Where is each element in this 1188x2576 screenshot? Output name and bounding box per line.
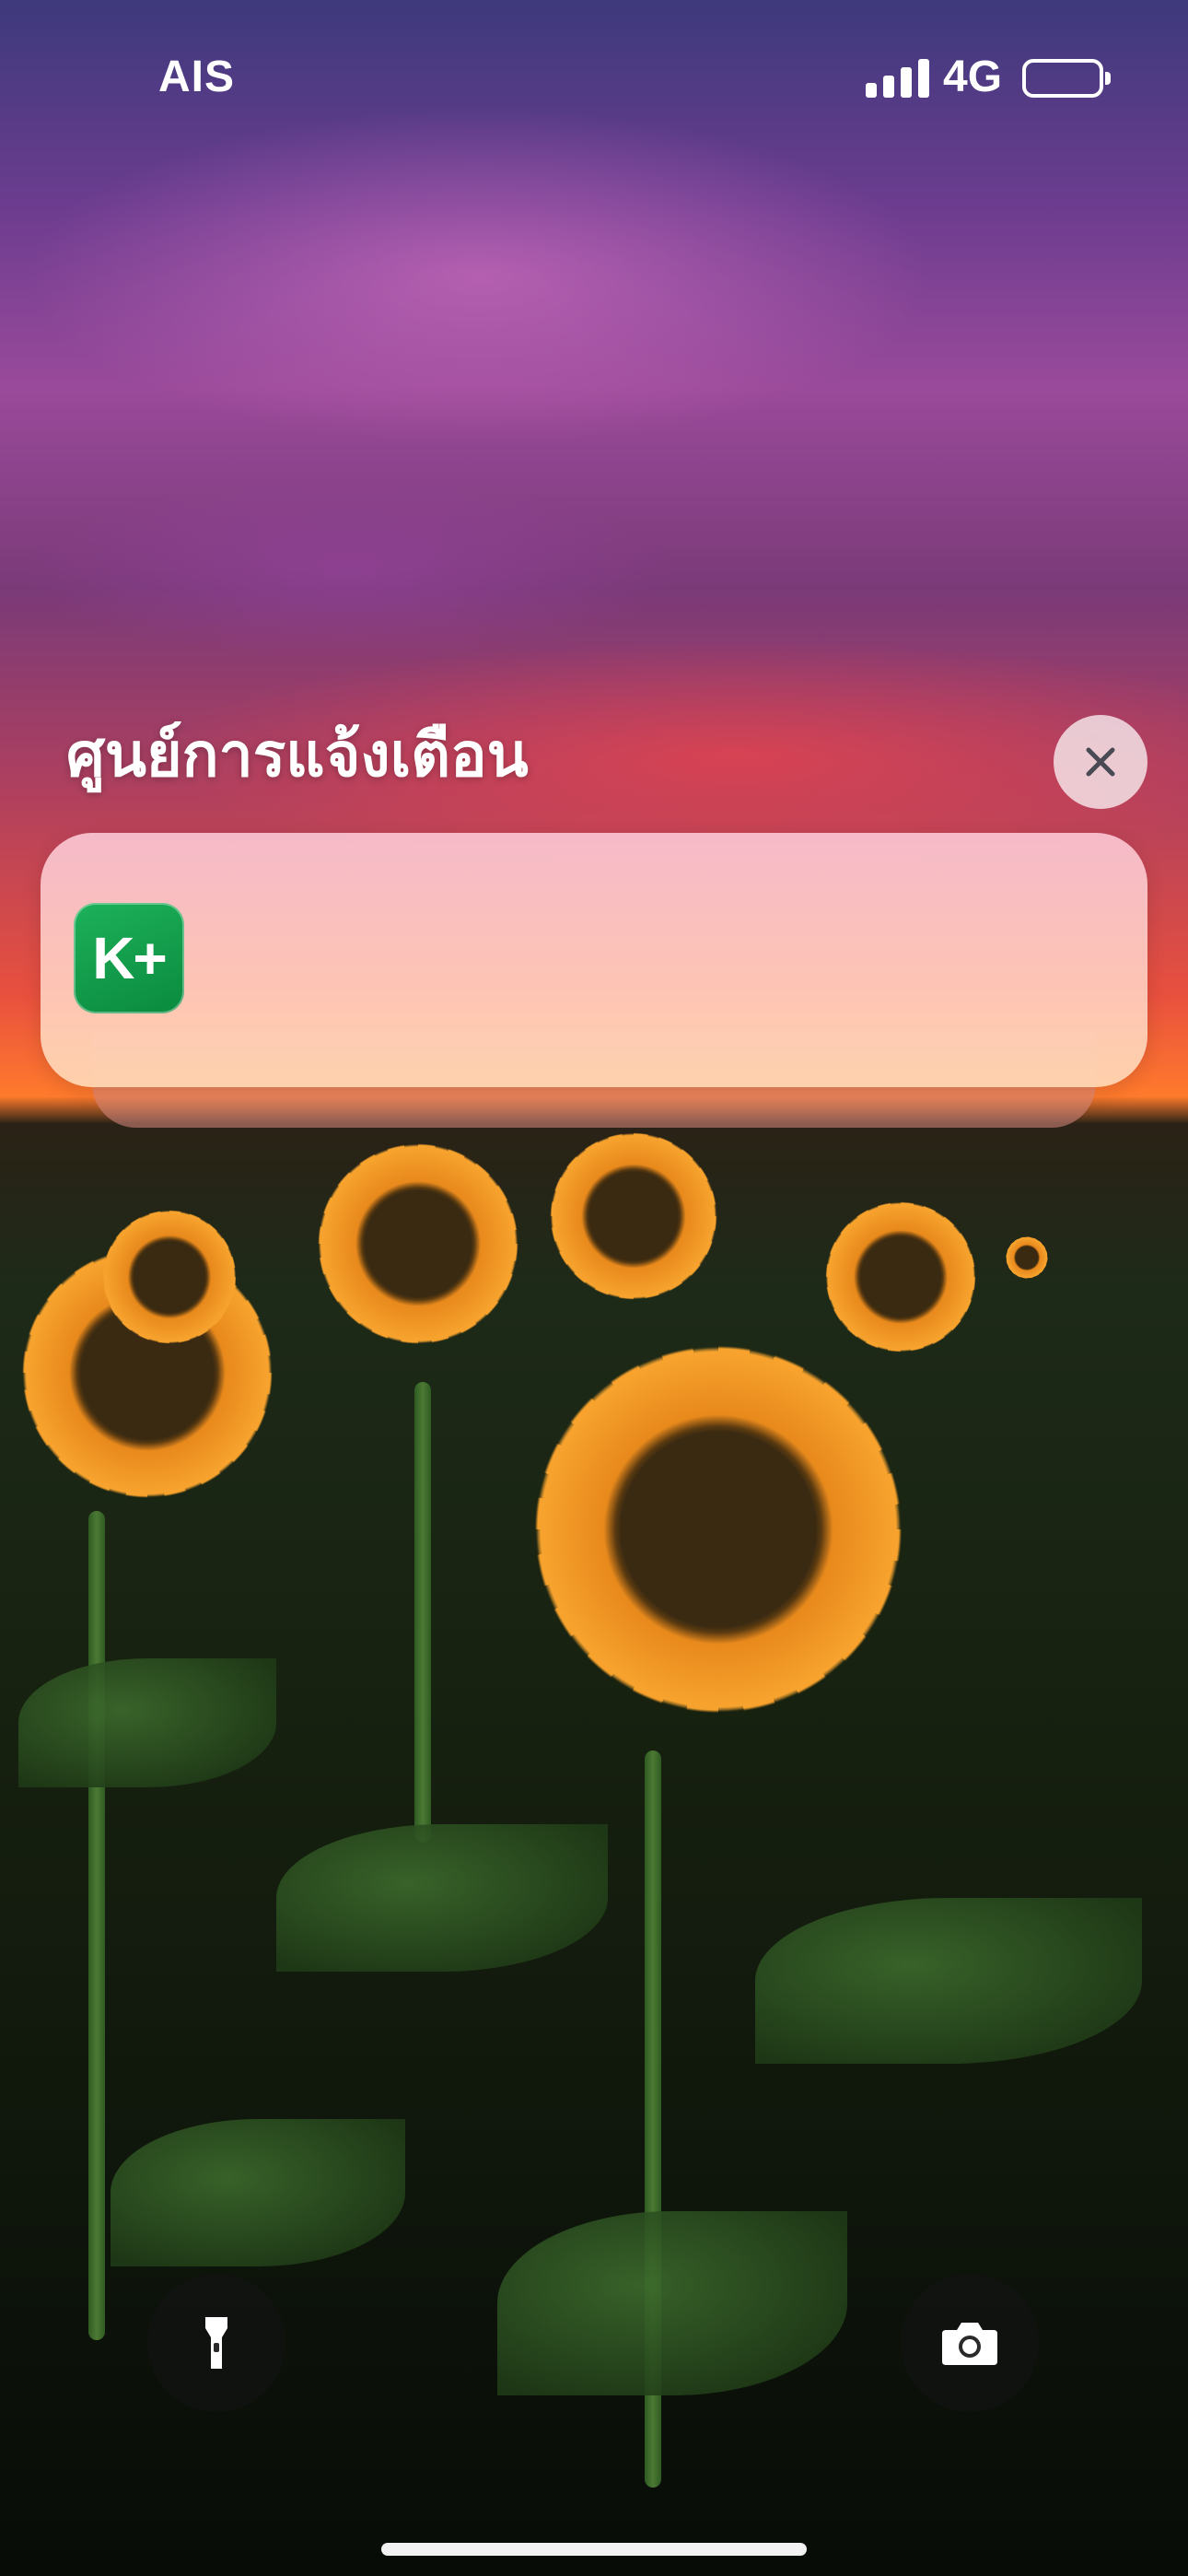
- wallpaper-leaf: [497, 2211, 847, 2395]
- wallpaper-leaf: [276, 1824, 608, 1972]
- status-bar: AIS 4G: [0, 0, 1188, 166]
- battery-tip: [1105, 72, 1111, 85]
- flashlight-button[interactable]: [147, 2274, 285, 2412]
- wallpaper-leaf: [111, 2119, 405, 2266]
- home-indicator[interactable]: [381, 2543, 807, 2556]
- wallpaper-leaf: [755, 1898, 1142, 2064]
- wallpaper-sunflower: [96, 1203, 243, 1351]
- wallpaper-sunflower: [1004, 1235, 1050, 1281]
- wallpaper-sunflower: [818, 1194, 984, 1360]
- lock-screen: AIS 4G ศูนย์การแจ้งเตือน K+: [0, 0, 1188, 2576]
- kplus-app-icon: K+: [74, 903, 184, 1013]
- clear-notifications-button[interactable]: [1054, 715, 1147, 809]
- notification-center-title: ศูนย์การแจ้งเตือน: [66, 720, 529, 790]
- flashlight-icon: [205, 2317, 227, 2369]
- wallpaper-sunflower: [542, 1124, 726, 1308]
- close-icon: [1086, 747, 1115, 777]
- battery-icon: [1022, 59, 1103, 98]
- wallpaper-sunflower: [516, 1327, 921, 1732]
- wallpaper-stem: [88, 1511, 105, 2340]
- cellular-signal-icon: [866, 59, 932, 98]
- camera-button[interactable]: [901, 2274, 1039, 2412]
- wallpaper-sunflower: [308, 1133, 529, 1354]
- carrier-label: AIS: [158, 53, 236, 101]
- wallpaper-stem: [414, 1382, 431, 1843]
- wallpaper-leaf: [18, 1658, 276, 1787]
- camera-icon: [942, 2323, 997, 2365]
- notification-card[interactable]: [41, 833, 1147, 1087]
- network-type-label: 4G: [943, 53, 1003, 101]
